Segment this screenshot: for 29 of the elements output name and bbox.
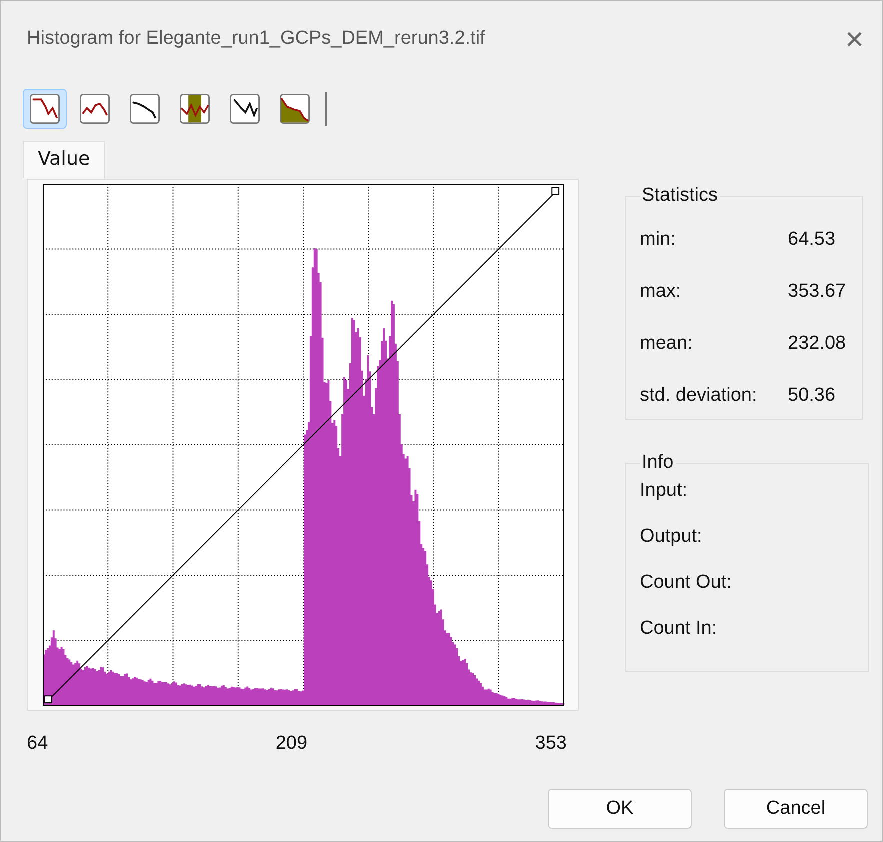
dialog-button[interactable]: Cancel (724, 789, 868, 829)
info-label: Count In: (640, 618, 718, 640)
info-label: Count Out: (640, 572, 733, 594)
stat-label: min: (640, 229, 677, 251)
value-tab[interactable]: Value (23, 141, 106, 179)
stat-value: 232.08 (788, 333, 846, 355)
stat-label: max: (640, 281, 682, 303)
info-label: Input: (640, 480, 689, 502)
area-chart-icon (180, 94, 210, 124)
axis-label: 353 (535, 733, 567, 755)
chart-style-button[interactable] (23, 89, 67, 129)
close-button[interactable]: × (839, 20, 870, 58)
axis-label: 209 (276, 733, 308, 755)
line-chart-icon (30, 94, 60, 124)
group-title: Info (641, 452, 675, 474)
dialog-button[interactable]: OK (548, 789, 692, 829)
stat-value: 64.53 (788, 229, 836, 251)
line-chart-icon (80, 94, 110, 124)
axis-label: 64 (27, 733, 48, 755)
stat-label: mean: (640, 333, 694, 355)
group-title: Statistics (641, 185, 720, 207)
stat-label: std. deviation: (640, 385, 758, 407)
stat-value: 50.36 (788, 385, 836, 407)
area-chart-icon (280, 94, 310, 124)
line-chart-icon (130, 94, 160, 124)
info-label: Output: (640, 526, 704, 548)
window-title: Histogram for Elegante_run1_GCPs_DEM_rerun3.2.tif (27, 28, 486, 50)
line-chart-icon (230, 94, 260, 124)
stat-value: 353.67 (788, 281, 846, 303)
